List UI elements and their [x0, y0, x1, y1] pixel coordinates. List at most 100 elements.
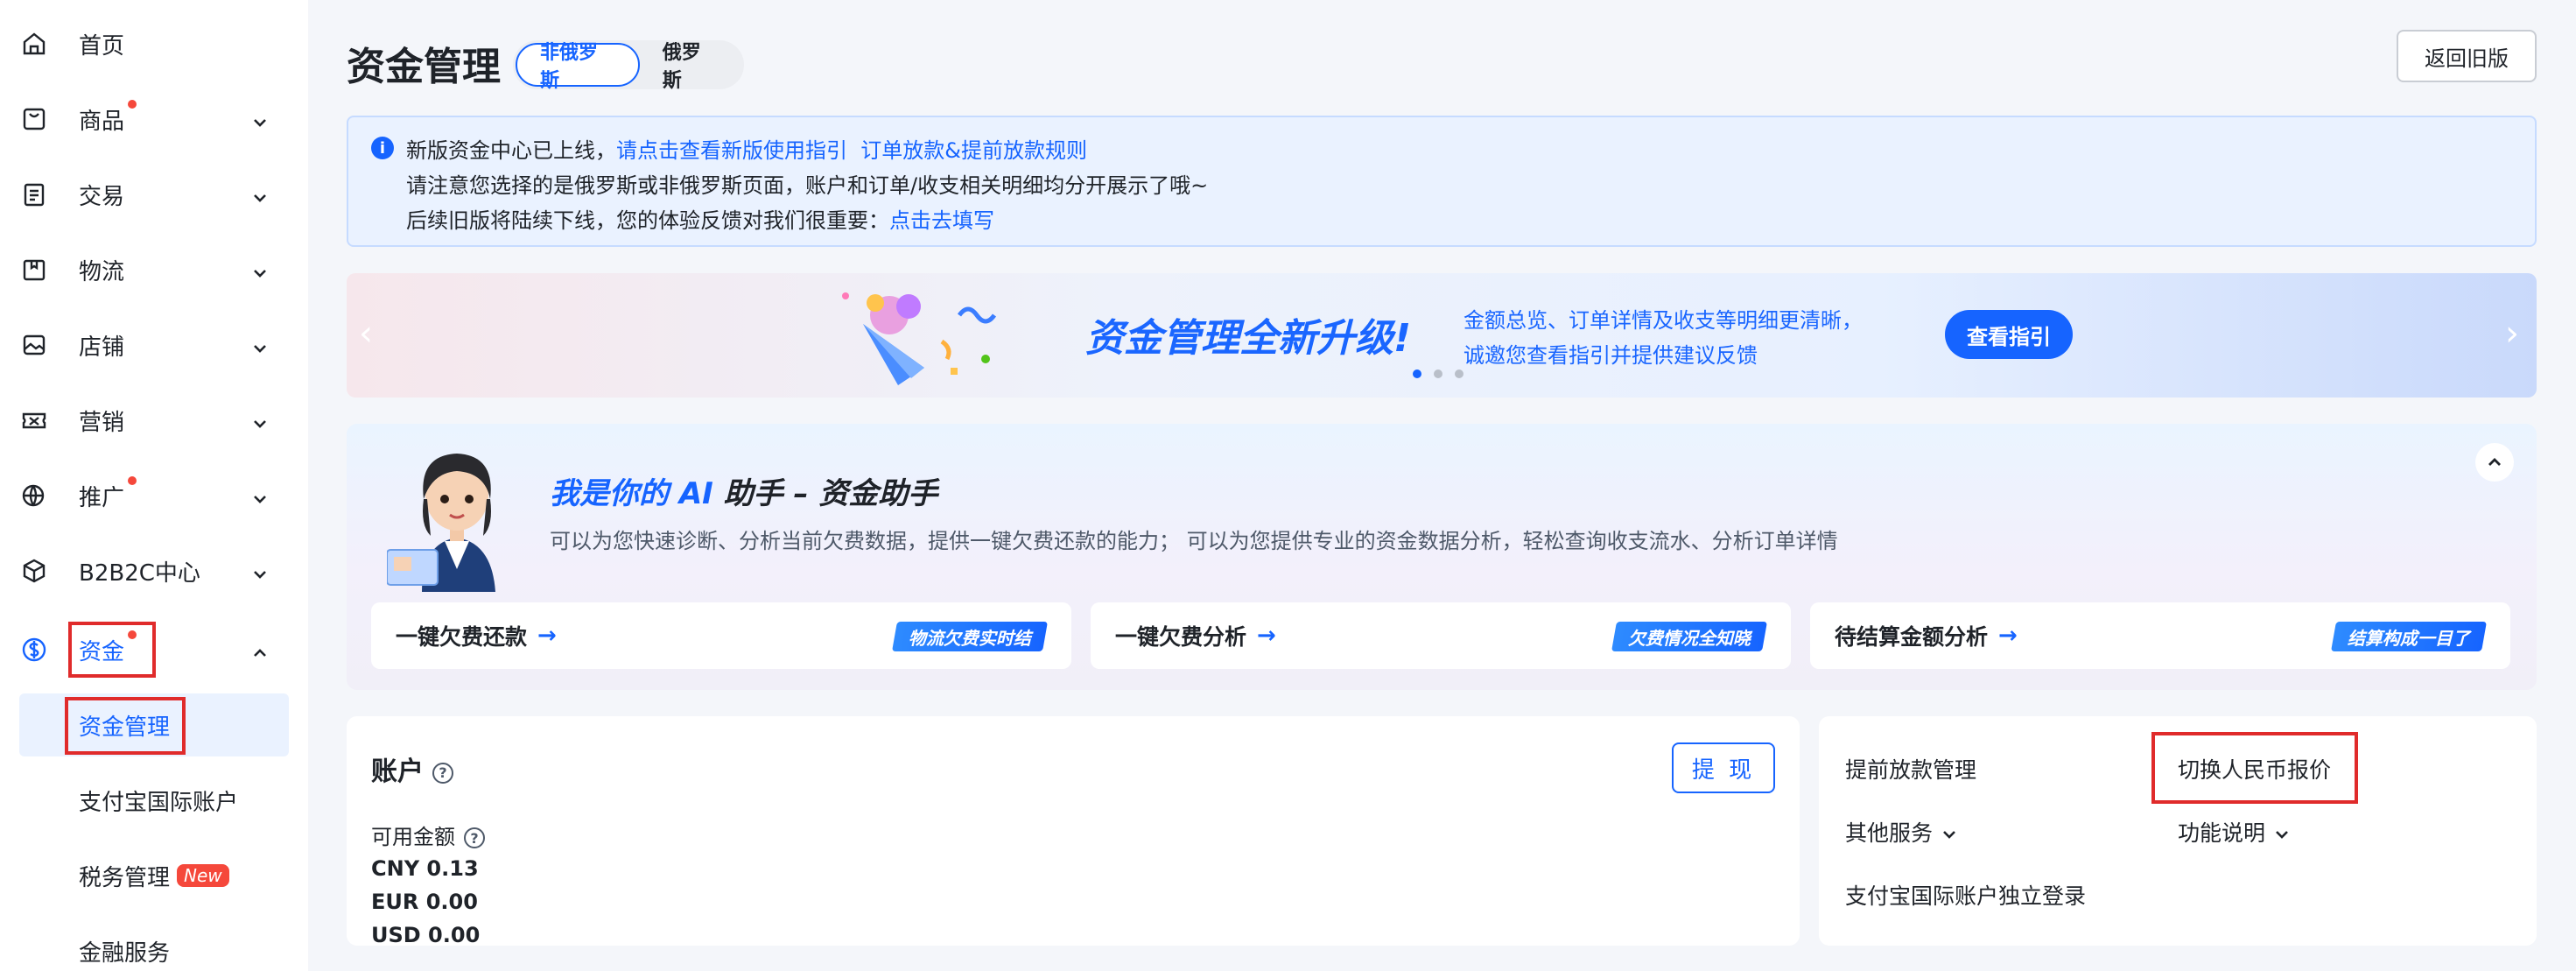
feature-description-dropdown[interactable]: 功能说明 [2178, 816, 2290, 848]
sidebar-item-label: 首页 [79, 32, 125, 60]
sidebar-item-label: B2B2C中心 [79, 559, 200, 587]
feedback-link[interactable]: 点击去填写 [889, 208, 994, 233]
notice-line: 后续旧版将陆续下线，您的体验反馈对我们很重要：点击去填写 [406, 203, 994, 234]
arrow-right-icon: → [537, 623, 557, 649]
early-release-link[interactable]: 提前放款管理 [1845, 753, 1976, 785]
chevron-down-icon [252, 562, 268, 579]
sidebar: 首页 商品 交易 物流 店铺 营销 推广 B2B2C中心 资金 资金管理 支付宝… [0, 0, 308, 971]
feature-tag: 物流欠费实时结 [892, 622, 1048, 651]
arrow-right-icon: → [1998, 623, 2018, 649]
rules-link[interactable]: 订单放款&提前放款规则 [860, 138, 1087, 163]
sidebar-item-label: 税务管理 [79, 864, 171, 891]
collapse-button[interactable] [2475, 443, 2514, 482]
sidebar-item-label: 资金 [79, 630, 137, 666]
banner-desc: 金额总览、订单详情及收支等明细更清晰， [1463, 308, 1863, 333]
sidebar-item-marketing[interactable]: 营销 [19, 392, 289, 448]
package-icon [19, 255, 49, 285]
notice-banner: i 新版资金中心已上线，请点击查看新版使用指引 订单放款&提前放款规则 请注意您… [347, 116, 2537, 247]
carousel-dots [1413, 369, 1463, 378]
assistant-avatar [387, 454, 495, 592]
cube-icon [19, 556, 49, 586]
sidebar-item-label: 物流 [79, 258, 125, 285]
sidebar-subitem-alipay-account[interactable]: 支付宝国际账户 [19, 769, 289, 832]
balance-cny: CNY 0.13 [371, 856, 479, 881]
chevron-down-icon [252, 487, 268, 503]
chevron-down-icon [252, 110, 268, 127]
arrow-right-icon: → [1257, 623, 1276, 649]
chevron-down-icon [1943, 831, 1955, 839]
sidebar-item-label: 营销 [79, 409, 125, 436]
withdraw-button[interactable]: 提 现 [1672, 742, 1775, 793]
available-amount-label: 可用金额? [371, 820, 485, 850]
carousel-dot[interactable] [1413, 369, 1421, 378]
notice-text: 新版资金中心已上线， [406, 138, 616, 163]
sidebar-item-b2b2c[interactable]: B2B2C中心 [19, 543, 289, 599]
carousel-dot[interactable] [1455, 369, 1463, 378]
ticket-icon [19, 405, 49, 435]
sidebar-item-label: 商品 [79, 99, 137, 136]
ai-title: 我是你的 AI 助手 – 资金助手 [550, 476, 938, 511]
image-icon [19, 330, 49, 360]
party-popper-illustration [842, 292, 997, 385]
ai-action-settlement-analysis[interactable]: 待结算金额分析 → 结算构成一目了 [1810, 602, 2510, 669]
sidebar-item-funds[interactable]: 资金 [19, 622, 289, 678]
chevron-down-icon [252, 336, 268, 353]
chevron-up-icon [2488, 458, 2501, 466]
switch-cny-quote-link[interactable]: 切换人民币报价 [2178, 753, 2331, 785]
account-title: 账户? [371, 749, 453, 788]
balance-eur: EUR 0.00 [371, 890, 478, 914]
sidebar-item-store[interactable]: 店铺 [19, 317, 289, 373]
sidebar-item-trade[interactable]: 交易 [19, 166, 289, 222]
ai-action-debt-analysis[interactable]: 一键欠费分析 → 欠费情况全知晓 [1091, 602, 1791, 669]
view-guide-button[interactable]: 查看指引 [1945, 310, 2073, 359]
alipay-independent-login-link[interactable]: 支付宝国际账户独立登录 [1845, 879, 2086, 911]
tab-russia[interactable]: 俄罗斯 [640, 42, 741, 92]
sidebar-item-logistics[interactable]: 物流 [19, 242, 289, 298]
chevron-up-icon [252, 641, 268, 657]
sidebar-subitem-fund-management[interactable]: 资金管理 [19, 693, 289, 756]
help-icon[interactable]: ? [464, 827, 485, 848]
notice-text: 后续旧版将陆续下线，您的体验反馈对我们很重要： [406, 208, 889, 233]
sidebar-item-label: 店铺 [79, 334, 125, 361]
banner-title: 资金管理全新升级! [1085, 316, 1412, 361]
sidebar-item-products[interactable]: 商品 [19, 91, 289, 147]
other-services-dropdown[interactable]: 其他服务 [1845, 816, 1957, 848]
page-title: 资金管理 [347, 45, 501, 89]
notification-dot [128, 475, 137, 485]
bag-icon [19, 104, 49, 134]
notification-dot [128, 630, 137, 639]
account-card: 账户? 提 现 可用金额? CNY 0.13 EUR 0.00 USD 0.00 [347, 716, 1800, 947]
chevron-down-icon [252, 186, 268, 202]
promo-carousel: ‹ 资金管理全新升级! 金额总览、订单详情及收支等明细更清晰， 诚邀您查看指引并… [347, 273, 2537, 398]
carousel-next-arrow[interactable]: › [2505, 313, 2519, 354]
guide-link[interactable]: 请点击查看新版使用指引 [616, 138, 847, 163]
ai-assistant-card: 我是你的 AI 助手 – 资金助手 可以为您快速诊断、分析当前欠费数据，提供一键… [347, 424, 2537, 690]
carousel-prev-arrow[interactable]: ‹ [359, 313, 373, 354]
balance-usd: USD 0.00 [371, 923, 481, 947]
notification-dot [128, 99, 137, 109]
ai-action-debt-repay[interactable]: 一键欠费还款 → 物流欠费实时结 [371, 602, 1071, 669]
new-badge: New [177, 864, 229, 887]
sidebar-item-home[interactable]: 首页 [19, 16, 289, 72]
services-card: 提前放款管理 切换人民币报价 其他服务 功能说明 支付宝国际账户独立登录 [1819, 716, 2537, 946]
sidebar-subitem-tax[interactable]: 税务管理 New [19, 844, 289, 907]
back-to-old-version-button[interactable]: 返回旧版 [2397, 30, 2537, 82]
help-icon[interactable]: ? [432, 762, 453, 784]
chevron-down-icon [2276, 831, 2288, 839]
dollar-circle-icon [19, 635, 49, 665]
carousel-dot[interactable] [1434, 369, 1442, 378]
notice-line: 新版资金中心已上线，请点击查看新版使用指引 订单放款&提前放款规则 [406, 133, 1087, 164]
home-icon [19, 29, 49, 59]
clipboard-icon [19, 179, 49, 209]
globe-ad-icon [19, 481, 49, 510]
sidebar-subitem-finance[interactable]: 金融服务 [19, 919, 289, 971]
sidebar-item-promotion[interactable]: 推广 [19, 468, 289, 524]
feature-tag: 结算构成一目了 [2331, 622, 2487, 651]
banner-desc: 诚邀您查看指引并提供建议反馈 [1463, 343, 1758, 368]
sidebar-item-label: 交易 [79, 183, 125, 210]
tab-non-russia[interactable]: 非俄罗斯 [516, 42, 640, 92]
ai-description: 可以为您快速诊断、分析当前欠费数据，提供一键欠费还款的能力； 可以为您提供专业的… [550, 529, 1838, 553]
feature-tag: 欠费情况全知晓 [1611, 622, 1767, 651]
info-icon: i [371, 137, 394, 159]
sidebar-item-label: 推广 [79, 475, 137, 512]
